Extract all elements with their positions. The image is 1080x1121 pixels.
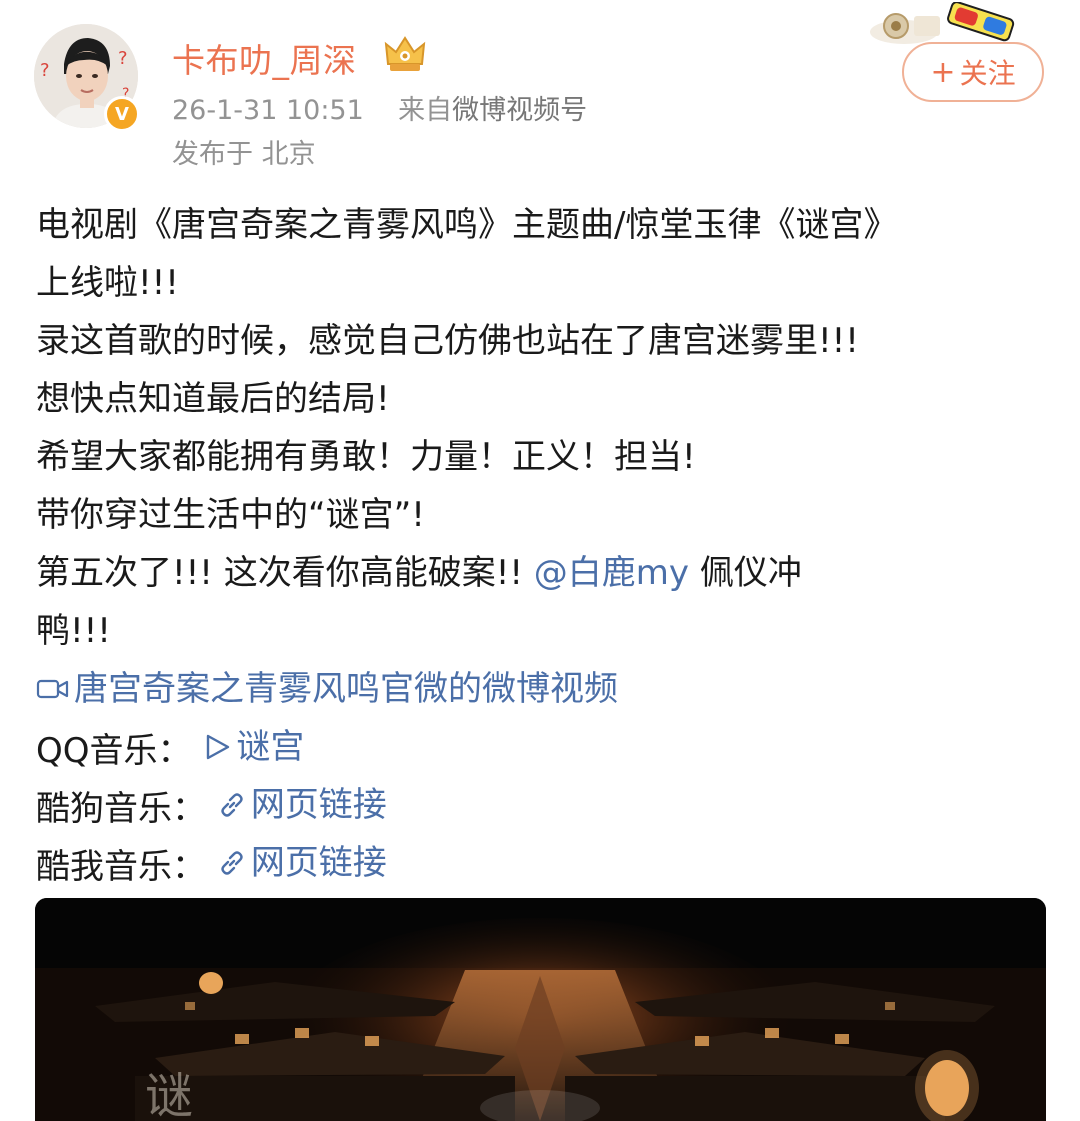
post-line-text: 第五次了!!! 这次看你高能破案!! — [36, 553, 534, 593]
post-line: 鸭!!! — [36, 611, 111, 651]
post-line: 想快点知道最后的结局! — [36, 379, 390, 419]
music-link-label: 网页链接 — [250, 785, 387, 825]
post-meta: 26-1-31 10:51 来自微博视频号 — [172, 88, 587, 127]
source-name[interactable]: 微博视频号 — [452, 95, 587, 126]
follow-button[interactable]: + 关注 — [902, 42, 1044, 102]
post-line: 希望大家都能拥有勇敢！力量！正义！担当! — [36, 437, 696, 477]
post-text: 电视剧《唐宫奇案之青雾风鸣》主题曲/惊堂玉律《谜宫》 上线啦!!! 录这首歌的时… — [36, 196, 1046, 892]
play-icon — [207, 734, 230, 760]
mention-link[interactable]: @白鹿my — [534, 553, 689, 593]
music-row-qq: QQ音乐： 谜宫 — [36, 718, 1046, 776]
thumbnail-watermark: 谜 — [145, 1068, 193, 1121]
music-link-kugou[interactable]: 网页链接 — [217, 776, 387, 834]
post-line: 带你穿过生活中的“谜宫”! — [36, 495, 425, 535]
username[interactable]: 卡布叻_周深 — [172, 34, 357, 82]
video-link-line: 唐宫奇案之青雾风鸣官微的微博视频 — [36, 660, 1046, 718]
post-line: 上线啦!!! — [36, 263, 179, 303]
follow-label: 关注 — [959, 57, 1016, 90]
plus-icon: + — [930, 54, 956, 90]
video-link[interactable]: 唐宫奇案之青雾风鸣官微的微博视频 — [36, 660, 618, 718]
link-icon — [221, 851, 243, 875]
link-icon — [221, 793, 243, 817]
post-line-tail: 佩仪冲 — [689, 553, 802, 593]
post-line: 录这首歌的时候，感觉自己仿佛也站在了唐宫迷雾里!!! — [36, 321, 859, 361]
post-location: 发布于 北京 — [172, 139, 316, 170]
music-link-qq[interactable]: 谜宫 — [202, 718, 304, 776]
video-player[interactable]: 谜 — [35, 898, 1046, 1121]
crown-member-icon[interactable] — [382, 34, 428, 74]
music-link-label: 网页链接 — [250, 843, 387, 883]
video-thumbnail: 谜 — [35, 898, 1046, 1121]
verified-badge-icon: V — [104, 96, 140, 132]
post-header: ? ? ? V 卡布叻_周深 26-1-31 10:51 来自微博视频号 发布于… — [0, 0, 1080, 180]
music-row-kuwo: 酷我音乐： 网页链接 — [36, 834, 1046, 892]
music-label: QQ音乐： — [36, 731, 192, 771]
post-line: 电视剧《唐宫奇案之青雾风鸣》主题曲/惊堂玉律《谜宫》 — [36, 205, 898, 245]
music-label: 酷我音乐： — [36, 847, 206, 887]
svg-text:?: ? — [118, 48, 128, 69]
video-camera-icon — [36, 679, 69, 699]
music-row-kugou: 酷狗音乐： 网页链接 — [36, 776, 1046, 834]
post-line: 第五次了!!! 这次看你高能破案!! @白鹿my 佩仪冲 — [36, 544, 1046, 602]
post-timestamp: 26-1-31 10:51 — [172, 95, 364, 126]
music-link-label: 谜宫 — [236, 727, 305, 767]
source-prefix: 来自 — [398, 95, 453, 126]
svg-text:?: ? — [40, 60, 50, 81]
music-link-kuwo[interactable]: 网页链接 — [217, 834, 387, 892]
video-link-label: 唐宫奇案之青雾风鸣官微的微博视频 — [74, 669, 618, 709]
music-label: 酷狗音乐： — [36, 789, 206, 829]
